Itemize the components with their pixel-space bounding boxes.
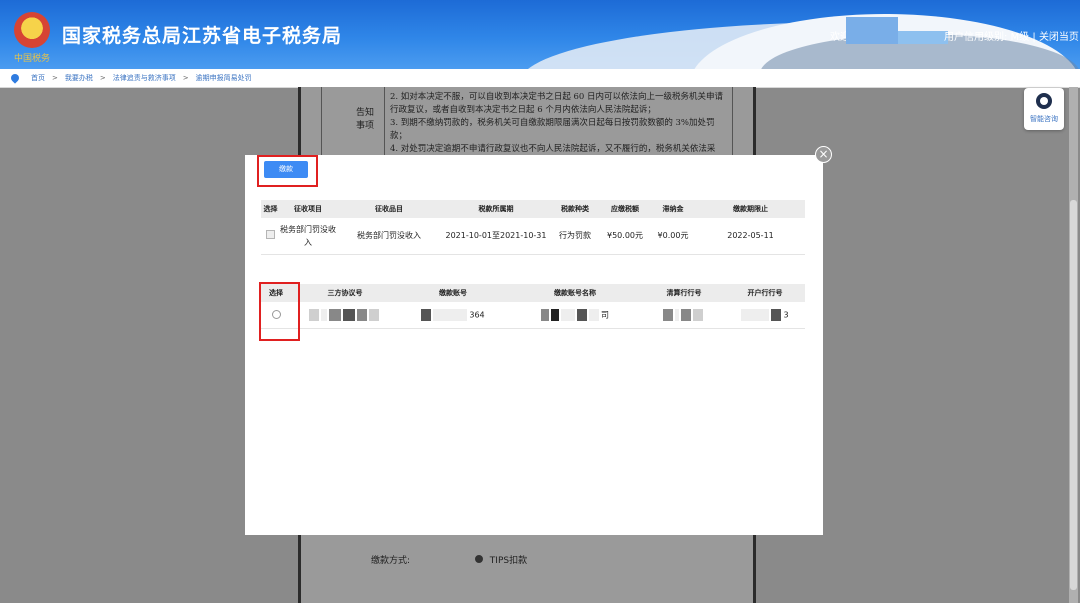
payment-method-value: TIPS扣款 bbox=[489, 556, 528, 566]
divider bbox=[384, 87, 385, 157]
breadcrumb-item-current[interactable]: 逾期申报简易处罚 bbox=[196, 73, 252, 83]
breadcrumb-separator: > bbox=[182, 74, 189, 82]
notice-line: 3. 到期不缴纳罚款的，税务机关可自缴款期限届满次日起每日按罚款数额的 3%加处… bbox=[390, 118, 715, 141]
column-header: 缴款账号名称 bbox=[507, 284, 643, 302]
redacted-block bbox=[321, 309, 327, 321]
redacted-block bbox=[421, 309, 432, 321]
redacted-block bbox=[561, 309, 575, 321]
payment-method-label: 缴款方式: bbox=[371, 556, 411, 566]
account-name-suffix: 司 bbox=[601, 310, 609, 320]
notice-line: 2. 如对本决定不服，可以自收到本决定书之日起 60 日内可以依法向上一级税务机… bbox=[390, 92, 724, 115]
redacted-block bbox=[681, 309, 691, 321]
amount-due-cell: ¥50.00元 bbox=[600, 218, 650, 255]
table-row[interactable]: 税务部门罚没收入 税务部门罚没收入 2021-10-01至2021-10-31 … bbox=[261, 218, 805, 255]
deadline-cell: 2022-05-11 bbox=[696, 218, 805, 255]
site-title: 国家税务总局江苏省电子税务局 bbox=[62, 25, 343, 47]
row-checkbox[interactable] bbox=[266, 230, 275, 240]
redacted-block bbox=[577, 309, 587, 321]
column-header: 应缴税额 bbox=[600, 200, 650, 218]
smart-consult-button[interactable]: 智能咨询 bbox=[1024, 88, 1064, 130]
table-header-row: 选择 三方协议号 缴款账号 缴款账号名称 清算行行号 开户行行号 bbox=[261, 284, 805, 302]
close-page-link[interactable]: 关闭当页 bbox=[1039, 32, 1079, 43]
redacted-block bbox=[675, 309, 679, 321]
redacted-block bbox=[663, 309, 673, 321]
account-table: 选择 三方协议号 缴款账号 缴款账号名称 清算行行号 开户行行号 364 司 3 bbox=[261, 284, 805, 329]
redacted-block bbox=[589, 309, 599, 321]
redacted-username bbox=[846, 17, 898, 44]
column-header: 选择 bbox=[261, 284, 291, 302]
site-header: 中国税务 国家税务总局江苏省电子税务局 欢迎 用户信用级别: M级 | 关闭当页 bbox=[0, 0, 1080, 69]
breadcrumb-item-home[interactable]: 首页 bbox=[31, 73, 45, 83]
column-header: 征收品目 bbox=[336, 200, 442, 218]
breadcrumb-item-tax[interactable]: 我要办税 bbox=[65, 73, 93, 83]
scrollbar-thumb[interactable] bbox=[1070, 200, 1077, 590]
levy-item-cell: 税务部门罚没收入 bbox=[280, 218, 336, 255]
column-header: 开户行行号 bbox=[725, 284, 805, 302]
column-header: 税款种类 bbox=[550, 200, 600, 218]
smart-consult-label: 智能咨询 bbox=[1030, 115, 1058, 123]
payment-method-row: 缴款方式: TIPS扣款 bbox=[371, 553, 527, 566]
column-header: 选择 bbox=[261, 200, 280, 218]
breadcrumb-separator: > bbox=[52, 74, 58, 82]
account-radio[interactable] bbox=[271, 309, 281, 319]
notice-box: 告知事项 2. 如对本决定不服，可以自收到本决定书之日起 60 日内可以依法向上… bbox=[321, 87, 733, 158]
close-icon[interactable]: × bbox=[815, 146, 832, 163]
column-header: 征收项目 bbox=[280, 200, 336, 218]
tax-period-cell: 2021-10-01至2021-10-31 bbox=[442, 218, 550, 255]
column-header: 滞纳金 bbox=[650, 200, 696, 218]
column-header: 三方协议号 bbox=[291, 284, 399, 302]
account-name-cell: 司 bbox=[507, 302, 643, 329]
redacted-block bbox=[551, 309, 559, 321]
column-header: 税款所属期 bbox=[442, 200, 550, 218]
redacted-block bbox=[343, 309, 355, 321]
clearing-bank-cell bbox=[643, 302, 725, 329]
row-checkbox-cell[interactable] bbox=[261, 218, 280, 255]
row-radio-cell[interactable] bbox=[261, 302, 291, 329]
redacted-username bbox=[898, 31, 948, 44]
late-fee-cell: ¥0.00元 bbox=[650, 218, 696, 255]
redacted-block bbox=[357, 309, 367, 321]
column-header: 缴款期限止 bbox=[696, 200, 805, 218]
redacted-block bbox=[369, 309, 379, 321]
account-number-cell: 364 bbox=[399, 302, 507, 329]
redacted-block bbox=[329, 309, 341, 321]
account-number-suffix: 364 bbox=[469, 310, 485, 320]
column-header: 缴款账号 bbox=[399, 284, 507, 302]
tax-emblem-icon bbox=[14, 12, 50, 48]
credit-level: 用户信用级别: M级 bbox=[944, 32, 1030, 43]
agreement-number-cell bbox=[291, 302, 399, 329]
bank-number-cell: 3 bbox=[725, 302, 805, 329]
redacted-block bbox=[693, 309, 703, 321]
notice-label: 告知事项 bbox=[355, 108, 374, 131]
headset-icon bbox=[1036, 93, 1052, 109]
bank-number-suffix: 3 bbox=[783, 310, 789, 320]
pay-button[interactable]: 缴款 bbox=[264, 161, 308, 178]
redacted-block bbox=[771, 309, 782, 321]
tax-item-table: 选择 征收项目 征收品目 税款所属期 税款种类 应缴税额 滞纳金 缴款期限止 税… bbox=[261, 200, 805, 255]
header-user-links: 用户信用级别: M级 | 关闭当页 bbox=[944, 28, 1079, 43]
redacted-block bbox=[433, 309, 468, 321]
redacted-block bbox=[741, 309, 770, 321]
payment-method-radio[interactable] bbox=[474, 555, 483, 563]
breadcrumb: 首页 > 我要办税 > 法律追责与救济事项 > 逾期申报简易处罚 bbox=[0, 69, 1080, 88]
redacted-block bbox=[541, 309, 549, 321]
location-pin-icon bbox=[9, 72, 21, 84]
header-separator: | bbox=[1032, 32, 1036, 43]
table-row[interactable]: 364 司 3 bbox=[261, 302, 805, 329]
redacted-block bbox=[309, 309, 319, 321]
tax-type-cell: 行为罚款 bbox=[550, 218, 600, 255]
column-header: 清算行行号 bbox=[643, 284, 725, 302]
levy-subitem-cell: 税务部门罚没收入 bbox=[336, 218, 442, 255]
breadcrumb-separator: > bbox=[99, 74, 106, 82]
breadcrumb-item-legal[interactable]: 法律追责与救济事项 bbox=[113, 73, 176, 83]
table-header-row: 选择 征收项目 征收品目 税款所属期 税款种类 应缴税额 滞纳金 缴款期限止 bbox=[261, 200, 805, 218]
notice-text: 2. 如对本决定不服，可以自收到本决定书之日起 60 日内可以依法向上一级税务机… bbox=[390, 91, 730, 156]
logo-subtext: 中国税务 bbox=[14, 54, 51, 64]
